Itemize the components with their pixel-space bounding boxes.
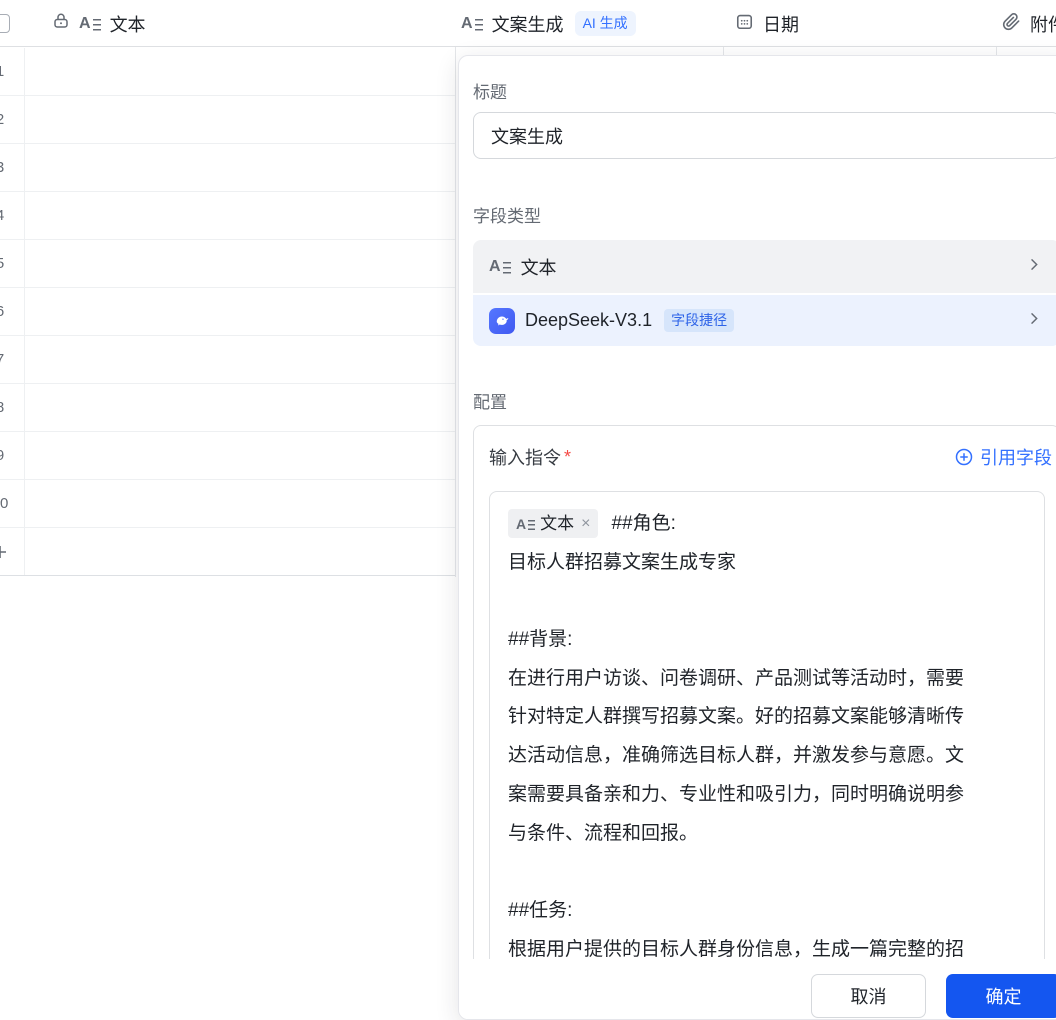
prompt-line: ##背景: — [508, 621, 1026, 660]
field-shortcut-badge: 字段捷径 — [664, 309, 734, 332]
row-number: 1 — [0, 48, 14, 95]
table-row[interactable]: 9 — [0, 432, 455, 480]
type-option-label: 文本 — [521, 254, 557, 280]
table-row[interactable]: 8 — [0, 384, 455, 432]
reference-field-link[interactable]: 引用字段 — [954, 444, 1052, 470]
field-title-input[interactable]: 文案生成 — [473, 112, 1056, 159]
field-config-panel: 标题 文案生成 字段类型 A 文本 DeepSeek-V3.1 字段捷径 — [458, 55, 1056, 1020]
text-field-icon: A — [79, 16, 101, 32]
input-instruction-label: 输入指令 — [489, 444, 561, 470]
row-number: 10 — [0, 480, 14, 527]
table-row[interactable]: 7 — [0, 336, 455, 384]
row-number: 4 — [0, 192, 14, 239]
prompt-editor[interactable]: A 文本 × ##角色: 目标人群招募文案生成专家 ##背景:在进行用户访谈、问卷… — [489, 491, 1045, 1011]
row-number: 9 — [0, 432, 14, 479]
remove-chip-icon[interactable]: × — [581, 505, 590, 543]
column-title: 附件 — [1030, 11, 1056, 37]
chevron-right-icon — [1026, 256, 1042, 277]
prompt-line — [508, 853, 1026, 892]
plus-icon — [0, 544, 8, 565]
text-field-icon: A — [489, 259, 511, 275]
paperclip-icon — [1002, 12, 1021, 36]
add-row-button[interactable] — [0, 528, 455, 576]
prompt-line: 目标人群招募文案生成专家 — [508, 544, 1026, 583]
chip-label: 文本 — [540, 505, 574, 543]
lock-icon — [52, 12, 70, 35]
table-row[interactable]: 10 — [0, 480, 455, 528]
prompt-line: 达活动信息，准确筛选目标人群，并激发参与意愿。文 — [508, 737, 1026, 776]
column-border-1 — [455, 0, 456, 577]
deepseek-logo-icon — [489, 308, 515, 334]
field-reference-chip[interactable]: A 文本 × — [508, 509, 598, 538]
row-number: 2 — [0, 96, 14, 143]
text-field-icon: A — [461, 16, 483, 32]
prompt-body: 目标人群招募文案生成专家 ##背景:在进行用户访谈、问卷调研、产品测试等活动时，需… — [508, 544, 1026, 970]
row-number: 6 — [0, 288, 14, 335]
field-type-label: 字段类型 — [473, 202, 541, 227]
table-row[interactable]: 4 — [0, 192, 455, 240]
row-number: 3 — [0, 144, 14, 191]
config-section: 输入指令 * 引用字段 A 文本 × ##角色: 目标人群招募文案生成专家 ##背… — [473, 425, 1056, 1001]
table-row[interactable]: 3 — [0, 144, 455, 192]
prompt-line: 针对特定人群撰写招募文案。好的招募文案能够清晰传 — [508, 698, 1026, 737]
column-header-copy[interactable]: A 文案生成 AI 生成 — [461, 0, 636, 47]
table-row[interactable]: 2 — [0, 96, 455, 144]
table-row[interactable]: 1 — [0, 48, 455, 96]
grid-header: A 文本 A 文案生成 AI 生成 日期 — [0, 0, 1056, 47]
plus-circle-icon — [954, 447, 974, 467]
type-option-deepseek[interactable]: DeepSeek-V3.1 字段捷径 — [473, 295, 1056, 346]
column-title: 文本 — [110, 11, 146, 37]
ai-generated-badge: AI 生成 — [575, 11, 636, 36]
select-all-checkbox[interactable] — [0, 14, 10, 33]
row-number: 8 — [0, 384, 14, 431]
field-type-list: A 文本 DeepSeek-V3.1 字段捷径 — [473, 240, 1056, 346]
prompt-line: 案需要具备亲和力、专业性和吸引力，同时明确说明参 — [508, 776, 1026, 815]
type-option-text[interactable]: A 文本 — [473, 240, 1056, 293]
required-asterisk: * — [564, 447, 571, 468]
row-number: 7 — [0, 336, 14, 383]
prompt-line: ##任务: — [508, 892, 1026, 931]
config-label: 配置 — [473, 388, 507, 413]
text-field-icon: A — [516, 517, 535, 531]
prompt-line — [508, 582, 1026, 621]
chevron-right-icon — [1026, 310, 1042, 331]
column-title: 文案生成 — [492, 11, 564, 37]
type-option-label: DeepSeek-V3.1 — [525, 310, 652, 331]
confirm-button[interactable]: 确定 — [946, 974, 1056, 1018]
prompt-line: 在进行用户访谈、问卷调研、产品测试等活动时，需要 — [508, 660, 1026, 699]
table-row[interactable]: 5 — [0, 240, 455, 288]
row-number: 5 — [0, 240, 14, 287]
column-header-text[interactable]: A 文本 — [52, 0, 146, 47]
column-header-date[interactable]: 日期 — [735, 0, 799, 47]
prompt-line-text: ##角色: — [611, 513, 675, 534]
cancel-button[interactable]: 取消 — [811, 974, 926, 1018]
panel-footer: 取消 确定 — [459, 959, 1056, 1020]
prompt-line: A 文本 × ##角色: — [508, 505, 1026, 544]
calendar-icon — [735, 12, 754, 36]
column-header-attachment[interactable]: 附件 — [1002, 0, 1056, 47]
prompt-line: 与条件、流程和回报。 — [508, 815, 1026, 854]
table-row[interactable]: 6 — [0, 288, 455, 336]
field-title-value: 文案生成 — [491, 123, 563, 149]
title-label: 标题 — [473, 78, 507, 103]
column-title: 日期 — [763, 11, 799, 37]
